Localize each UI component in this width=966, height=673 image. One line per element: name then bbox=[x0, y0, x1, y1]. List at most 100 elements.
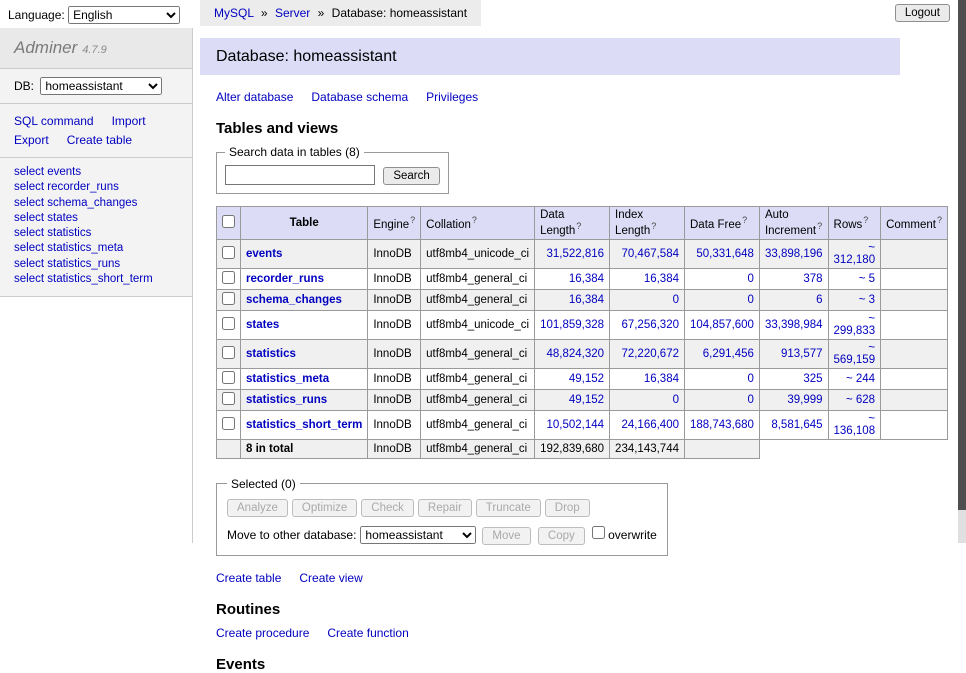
sidebar-table-link[interactable]: statistics_short_term bbox=[47, 273, 152, 285]
rows-link[interactable]: ~ 312,180 bbox=[834, 242, 876, 266]
help-icon[interactable]: ? bbox=[742, 215, 747, 225]
data_length-link[interactable]: 31,522,816 bbox=[546, 248, 604, 260]
help-icon[interactable]: ? bbox=[937, 215, 942, 225]
row-checkbox[interactable] bbox=[222, 317, 235, 330]
data_free-link[interactable]: 50,331,648 bbox=[696, 248, 754, 260]
table-name-link[interactable]: events bbox=[246, 248, 282, 260]
index_length-link[interactable]: 0 bbox=[673, 294, 679, 306]
index_length-link[interactable]: 16,384 bbox=[644, 273, 679, 285]
breadcrumb-server-type-link[interactable]: MySQL bbox=[214, 6, 254, 20]
copy-button[interactable]: Copy bbox=[538, 527, 585, 545]
database-schema-link[interactable]: Database schema bbox=[311, 90, 408, 104]
auto_increment-link[interactable]: 39,999 bbox=[787, 394, 822, 406]
column-header-index-length[interactable]: Index Length? bbox=[610, 207, 685, 240]
row-checkbox[interactable] bbox=[222, 292, 235, 305]
data_length-link[interactable]: 10,502,144 bbox=[546, 419, 604, 431]
help-icon[interactable]: ? bbox=[410, 215, 415, 225]
table-name-link[interactable]: schema_changes bbox=[246, 294, 342, 306]
sidebar-table-link[interactable]: states bbox=[47, 212, 78, 224]
breadcrumb-server-link[interactable]: Server bbox=[275, 6, 310, 20]
auto_increment-link[interactable]: 325 bbox=[803, 373, 822, 385]
row-checkbox[interactable] bbox=[222, 417, 235, 430]
data_free-link[interactable]: 0 bbox=[748, 273, 754, 285]
row-checkbox[interactable] bbox=[222, 371, 235, 384]
logout-button[interactable]: Logout bbox=[895, 4, 950, 22]
rows-link[interactable]: ~ 628 bbox=[846, 394, 875, 406]
language-select[interactable]: English bbox=[68, 6, 180, 24]
table-name-link[interactable]: statistics bbox=[246, 348, 296, 360]
row-checkbox[interactable] bbox=[222, 246, 235, 259]
create-view-link[interactable]: Create view bbox=[299, 571, 362, 585]
sidebar-table-link[interactable]: statistics bbox=[47, 227, 91, 239]
analyze-button[interactable]: Analyze bbox=[227, 499, 288, 517]
table-name-link[interactable]: statistics_meta bbox=[246, 373, 329, 385]
table-name-link[interactable]: statistics_short_term bbox=[246, 419, 362, 431]
index_length-link[interactable]: 24,166,400 bbox=[621, 419, 679, 431]
sidebar-select-link[interactable]: select bbox=[14, 181, 44, 193]
data_free-link[interactable]: 6,291,456 bbox=[703, 348, 754, 360]
help-icon[interactable]: ? bbox=[472, 215, 477, 225]
column-header-collation[interactable]: Collation? bbox=[421, 207, 535, 240]
table-name-link[interactable]: statistics_runs bbox=[246, 394, 327, 406]
column-header-rows[interactable]: Rows? bbox=[828, 207, 881, 240]
sidebar-export-link[interactable]: Export bbox=[14, 133, 49, 147]
sidebar-table-link[interactable]: statistics_runs bbox=[47, 258, 120, 270]
data_length-link[interactable]: 49,152 bbox=[569, 394, 604, 406]
vertical-scrollbar[interactable] bbox=[958, 0, 966, 543]
table-name-link[interactable]: recorder_runs bbox=[246, 273, 324, 285]
rows-link[interactable]: ~ 569,159 bbox=[834, 342, 876, 366]
row-checkbox[interactable] bbox=[222, 346, 235, 359]
sidebar-select-link[interactable]: select bbox=[14, 242, 44, 254]
rows-link[interactable]: ~ 299,833 bbox=[834, 313, 876, 337]
rows-link[interactable]: ~ 244 bbox=[846, 373, 875, 385]
data_free-link[interactable]: 104,857,600 bbox=[690, 319, 754, 331]
column-header-table[interactable]: Table bbox=[241, 207, 368, 240]
rows-link[interactable]: ~ 5 bbox=[859, 273, 875, 285]
alter-database-link[interactable]: Alter database bbox=[216, 90, 293, 104]
auto_increment-link[interactable]: 378 bbox=[803, 273, 822, 285]
search-input[interactable] bbox=[225, 165, 375, 185]
sidebar-select-link[interactable]: select bbox=[14, 273, 44, 285]
scrollbar-thumb[interactable] bbox=[958, 0, 966, 510]
truncate-button[interactable]: Truncate bbox=[476, 499, 541, 517]
sidebar-table-link[interactable]: statistics_meta bbox=[47, 242, 123, 254]
auto_increment-link[interactable]: 8,581,645 bbox=[771, 419, 822, 431]
sidebar-select-link[interactable]: select bbox=[14, 166, 44, 178]
check-button[interactable]: Check bbox=[361, 499, 414, 517]
rows-link[interactable]: ~ 3 bbox=[859, 294, 875, 306]
column-header-comment[interactable]: Comment? bbox=[881, 207, 948, 240]
search-button[interactable]: Search bbox=[383, 167, 439, 185]
create-function-link[interactable]: Create function bbox=[327, 626, 408, 640]
index_length-link[interactable]: 0 bbox=[673, 394, 679, 406]
sidebar-select-link[interactable]: select bbox=[14, 212, 44, 224]
index_length-link[interactable]: 70,467,584 bbox=[621, 248, 679, 260]
auto_increment-link[interactable]: 33,898,196 bbox=[765, 248, 823, 260]
sidebar-table-link[interactable]: events bbox=[47, 166, 81, 178]
auto_increment-link[interactable]: 913,577 bbox=[781, 348, 823, 360]
sidebar-select-link[interactable]: select bbox=[14, 227, 44, 239]
rows-link[interactable]: ~ 136,108 bbox=[834, 413, 876, 437]
help-icon[interactable]: ? bbox=[817, 221, 822, 231]
table-name-link[interactable]: states bbox=[246, 319, 279, 331]
db-select[interactable]: homeassistant bbox=[40, 77, 162, 95]
optimize-button[interactable]: Optimize bbox=[292, 499, 357, 517]
data_length-link[interactable]: 16,384 bbox=[569, 294, 604, 306]
data_free-link[interactable]: 188,743,680 bbox=[690, 419, 754, 431]
create-table-link[interactable]: Create table bbox=[216, 571, 281, 585]
row-checkbox[interactable] bbox=[222, 392, 235, 405]
sidebar-create-table-link[interactable]: Create table bbox=[67, 133, 132, 147]
column-header-data-length[interactable]: Data Length? bbox=[535, 207, 610, 240]
auto_increment-link[interactable]: 6 bbox=[816, 294, 822, 306]
overwrite-checkbox[interactable] bbox=[592, 526, 605, 539]
move-db-select[interactable]: homeassistant bbox=[360, 526, 476, 544]
column-header-engine[interactable]: Engine? bbox=[368, 207, 421, 240]
move-button[interactable]: Move bbox=[482, 527, 530, 545]
column-header-auto-increment[interactable]: Auto Increment? bbox=[759, 207, 828, 240]
drop-button[interactable]: Drop bbox=[545, 499, 590, 517]
index_length-link[interactable]: 67,256,320 bbox=[621, 319, 679, 331]
repair-button[interactable]: Repair bbox=[418, 499, 472, 517]
data_free-link[interactable]: 0 bbox=[748, 294, 754, 306]
help-icon[interactable]: ? bbox=[651, 221, 656, 231]
data_free-link[interactable]: 0 bbox=[748, 394, 754, 406]
create-procedure-link[interactable]: Create procedure bbox=[216, 626, 309, 640]
